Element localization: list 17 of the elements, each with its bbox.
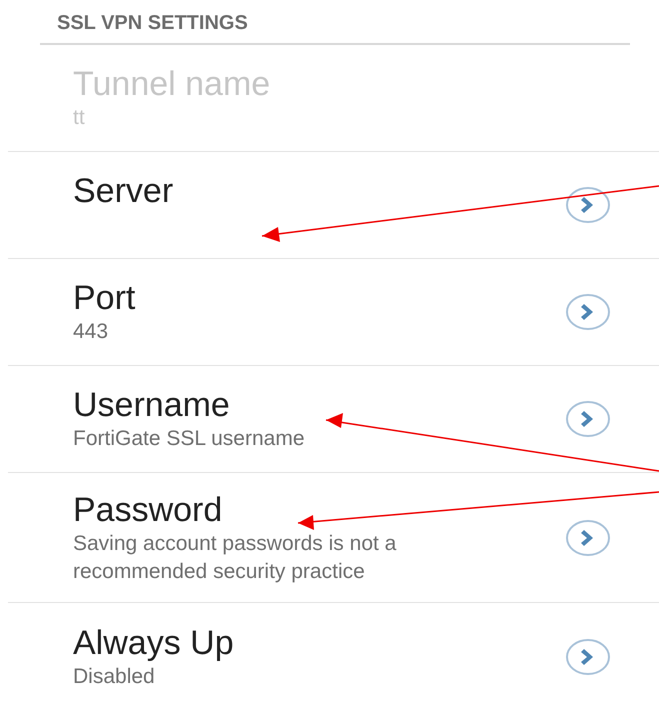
setting-title: Tunnel name: [73, 64, 270, 104]
setting-summary: FortiGate SSL username: [73, 426, 304, 452]
chevron-right-icon[interactable]: [565, 399, 611, 439]
chevron-right-icon[interactable]: [565, 292, 611, 332]
chevron-right-icon[interactable]: [565, 518, 611, 558]
setting-summary: tt: [73, 105, 85, 131]
chevron-right-icon[interactable]: [565, 185, 611, 225]
setting-title: Always Up: [73, 622, 234, 662]
setting-title: Password: [73, 490, 222, 530]
setting-summary: Saving account passwords is not a recommended security practice: [73, 530, 398, 584]
setting-title: Server: [73, 171, 174, 211]
setting-title: Username: [73, 385, 230, 425]
setting-summary: 443: [73, 319, 108, 345]
section-header: SSL VPN SETTINGS: [57, 12, 248, 34]
setting-summary: Disabled: [73, 664, 155, 690]
setting-title: Port: [73, 278, 136, 318]
chevron-right-icon[interactable]: [565, 636, 611, 676]
